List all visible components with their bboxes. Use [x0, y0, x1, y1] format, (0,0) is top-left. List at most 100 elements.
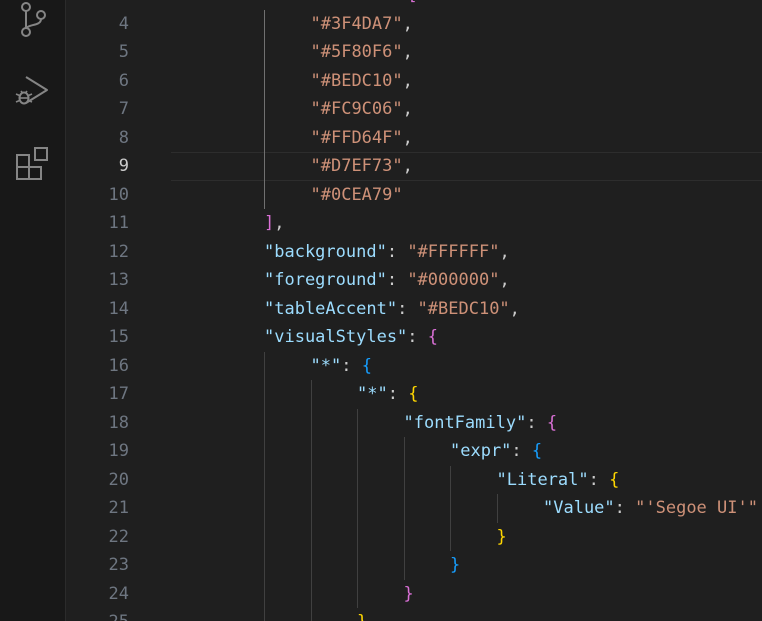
code-line[interactable]: 23}: [66, 551, 762, 580]
line-number: 25: [66, 608, 129, 621]
code-token: {: [408, 384, 419, 404]
indent-guide: [310, 494, 312, 523]
code-line[interactable]: 11],: [66, 209, 762, 238]
code-line[interactable]: 10 "#0CEA79": [66, 180, 762, 209]
code-editor[interactable]: 3"dataColors": [4"#3F4DA7",5"#5F80F6",6"…: [66, 0, 762, 621]
code-token: "'Segoe UI'": [635, 498, 758, 518]
code-line[interactable]: 21 "Value": "'Segoe UI'": [66, 494, 762, 523]
code-token: "*": [310, 355, 342, 376]
indent-guide: [450, 522, 451, 551]
indent-guide: [310, 437, 312, 466]
indent-guide: [264, 351, 265, 380]
code-token: :: [614, 498, 636, 518]
code-line[interactable]: 20 "Literal": {: [66, 465, 762, 494]
indent-guide: [310, 551, 312, 580]
line-number: 8: [118, 127, 129, 148]
code-content: }: [450, 551, 460, 580]
indent-guide: [357, 551, 358, 580]
line-number: 18: [108, 412, 129, 433]
line-number: 16: [108, 355, 129, 376]
extensions-icon: [13, 144, 53, 184]
code-token: "#5F80F6": [310, 42, 403, 62]
code-line[interactable]: 22}: [66, 522, 762, 551]
line-number: 4: [118, 13, 129, 34]
indent-guide: [264, 494, 265, 523]
code-token: "#000000": [407, 270, 500, 290]
code-token: "foreground": [264, 270, 387, 290]
code-line[interactable]: 24}: [66, 579, 762, 609]
code-token: :: [526, 412, 547, 433]
activity-bar: [0, 0, 66, 621]
code-token: "dataColors": [264, 0, 387, 5]
code-line[interactable]: 25}: [66, 608, 762, 621]
code-content: "#5F80F6",: [311, 38, 413, 67]
indent-guide: [403, 465, 405, 494]
indent-guide: [310, 522, 312, 551]
activity-run-and-debug[interactable]: [0, 66, 66, 114]
code-token: "Value": [543, 498, 615, 518]
indent-guide: [264, 437, 265, 466]
code-token: "fontFamily": [403, 412, 527, 433]
code-line[interactable]: 13 "foreground": "#000000",: [66, 266, 762, 295]
code-token: ,: [402, 42, 413, 62]
code-content: "#3F4DA7",: [311, 10, 413, 39]
line-number: 12: [108, 241, 129, 262]
indent-guide: [310, 579, 312, 608]
code-line[interactable]: 14 "tableAccent": "#BEDC10",: [66, 295, 762, 324]
code-content: "background": "#FFFFFF",: [264, 238, 510, 267]
code-token: ,: [402, 127, 413, 148]
code-line[interactable]: 4 "#3F4DA7",: [66, 9, 762, 39]
line-number: 22: [108, 526, 129, 547]
code-content: "foreground": "#000000",: [264, 266, 510, 295]
code-line[interactable]: 19 "expr": {: [66, 437, 762, 466]
indent-guide: [357, 579, 358, 608]
code-token: "#D7EF73": [310, 156, 403, 176]
activity-extensions[interactable]: [0, 140, 66, 188]
code-line[interactable]: 6 "#BEDC10",: [66, 66, 762, 95]
code-content: "tableAccent": "#BEDC10",: [264, 295, 520, 324]
code-content: }: [404, 580, 414, 609]
code-line[interactable]: 9 "#D7EF73",: [66, 152, 762, 181]
code-token: }: [357, 612, 367, 621]
code-token: :: [387, 0, 407, 5]
code-token: ,: [274, 213, 285, 233]
indent-guide: [403, 551, 405, 580]
code-line[interactable]: 15 "visualStyles": {: [66, 323, 762, 352]
code-line[interactable]: 18 "fontFamily": {: [66, 408, 762, 438]
code-token: :: [588, 469, 610, 490]
code-token: {: [427, 327, 439, 347]
code-line[interactable]: 8 "#FFD64F",: [66, 123, 762, 152]
code-line[interactable]: 5 "#5F80F6",: [66, 38, 762, 67]
indent-guide: [310, 408, 312, 437]
code-token: "Literal": [496, 469, 589, 490]
code-token: }: [496, 526, 507, 547]
code-token: :: [386, 270, 408, 290]
code-token: "#BEDC10": [417, 298, 510, 319]
code-line[interactable]: 17 "*": {: [66, 380, 762, 409]
code-token: ,: [402, 70, 413, 91]
code-content: "fontFamily": {: [404, 409, 558, 438]
code-token: ,: [402, 13, 413, 34]
indent-guide: [403, 437, 405, 466]
code-token: :: [386, 241, 408, 262]
code-line[interactable]: 16 "*": {: [66, 351, 762, 380]
code-token: "#FFFFFF": [407, 241, 500, 262]
code-content: }: [357, 608, 367, 621]
code-line[interactable]: 12 "background": "#FFFFFF",: [66, 238, 762, 267]
code-line[interactable]: 7 "#FC9C06",: [66, 95, 762, 124]
code-line[interactable]: 3 "dataColors": [: [66, 0, 762, 10]
indent-guide: [403, 494, 405, 523]
code-token: :: [387, 384, 409, 404]
indent-guide: [357, 494, 358, 523]
indent-guide: [264, 123, 265, 152]
code-token: ,: [509, 298, 520, 319]
indent-guide: [496, 494, 498, 523]
line-number: 21: [108, 498, 129, 518]
code-token: :: [341, 355, 362, 376]
indent-guide: [264, 579, 265, 608]
activity-source-control[interactable]: [0, 0, 66, 44]
code-token: ]: [264, 213, 275, 233]
code-token: :: [397, 298, 418, 319]
line-number: 6: [118, 70, 129, 91]
line-number: 24: [108, 583, 129, 604]
